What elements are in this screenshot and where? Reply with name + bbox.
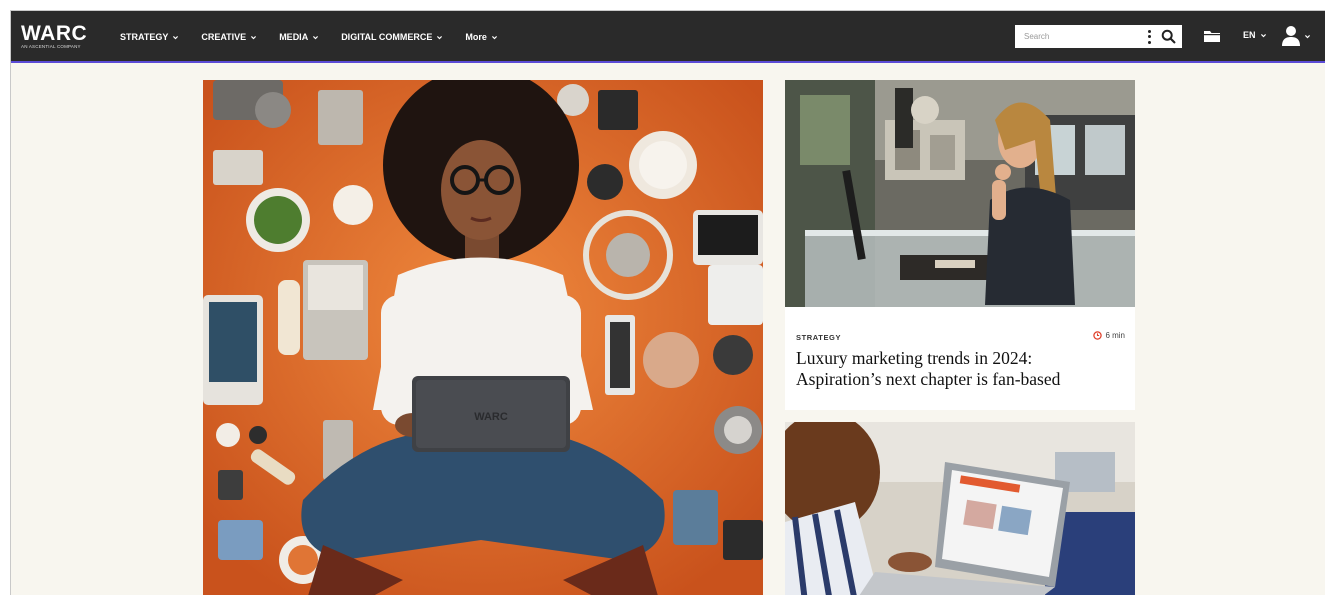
svg-text:WARC: WARC: [474, 411, 508, 423]
menu-item-label: DIGITAL COMMERCE: [341, 32, 433, 42]
chevron-down-icon: [313, 35, 319, 39]
chevron-down-icon: [251, 35, 257, 39]
menu-item-more[interactable]: More: [465, 32, 498, 42]
hero-illustration: WARC: [203, 80, 763, 595]
menu-item-label: More: [465, 32, 487, 42]
chevron-down-icon: [1305, 34, 1310, 38]
menu-item-creative[interactable]: CREATIVE: [201, 32, 257, 42]
top-navigation: WARC AN ASCENTIAL COMPANY STRATEGY CREAT…: [11, 11, 1325, 63]
clock-icon: [1093, 331, 1103, 340]
read-time-label: 6 min: [1105, 331, 1125, 340]
folder-icon[interactable]: [1203, 28, 1221, 44]
article-headline[interactable]: Luxury marketing trends in 2024: Aspirat…: [796, 348, 1124, 390]
menu-item-label: MEDIA: [279, 32, 309, 42]
read-time: 6 min: [1093, 331, 1125, 340]
chevron-down-icon: [437, 35, 443, 39]
headline-line: Aspiration’s next chapter is fan-based: [796, 369, 1061, 389]
menu-item-strategy[interactable]: STRATEGY: [120, 32, 179, 42]
article-card[interactable]: [785, 422, 1135, 595]
search-options-icon[interactable]: [1144, 29, 1154, 44]
article-card[interactable]: STRATEGY 6 min Luxury marketing trends i…: [785, 80, 1135, 410]
language-selector[interactable]: EN: [1243, 30, 1267, 40]
menu-item-label: STRATEGY: [120, 32, 169, 42]
chevron-down-icon: [173, 35, 179, 39]
logo-tagline: AN ASCENTIAL COMPANY: [21, 44, 81, 49]
boutique-illustration: [785, 80, 1135, 307]
user-icon: [1282, 26, 1300, 46]
headline-line: Luxury marketing trends in 2024:: [796, 348, 1033, 368]
menu-item-label: CREATIVE: [201, 32, 247, 42]
chevron-down-icon: [491, 35, 497, 39]
search-icon[interactable]: [1160, 28, 1178, 46]
user-menu[interactable]: [1281, 25, 1311, 47]
article-category[interactable]: STRATEGY: [796, 333, 1124, 342]
article-image: [785, 80, 1135, 307]
language-label: EN: [1243, 30, 1256, 40]
search-box: [1015, 25, 1182, 48]
main-menu: STRATEGY CREATIVE MEDIA DIGITAL COMMERCE…: [120, 11, 520, 63]
page-frame: WARC AN ASCENTIAL COMPANY STRATEGY CREAT…: [10, 10, 1325, 595]
logo-wordmark: WARC: [21, 22, 88, 45]
article-meta: STRATEGY 6 min Luxury marketing trends i…: [785, 307, 1135, 390]
warc-logo[interactable]: WARC AN ASCENTIAL COMPANY: [21, 22, 91, 50]
search-input[interactable]: [1015, 26, 1143, 47]
laptop-shopping-image: [785, 422, 1135, 595]
menu-item-digital-commerce[interactable]: DIGITAL COMMERCE: [341, 32, 443, 42]
chevron-down-icon: [1260, 33, 1266, 37]
hero-image[interactable]: WARC: [203, 80, 763, 595]
menu-item-media[interactable]: MEDIA: [279, 32, 319, 42]
